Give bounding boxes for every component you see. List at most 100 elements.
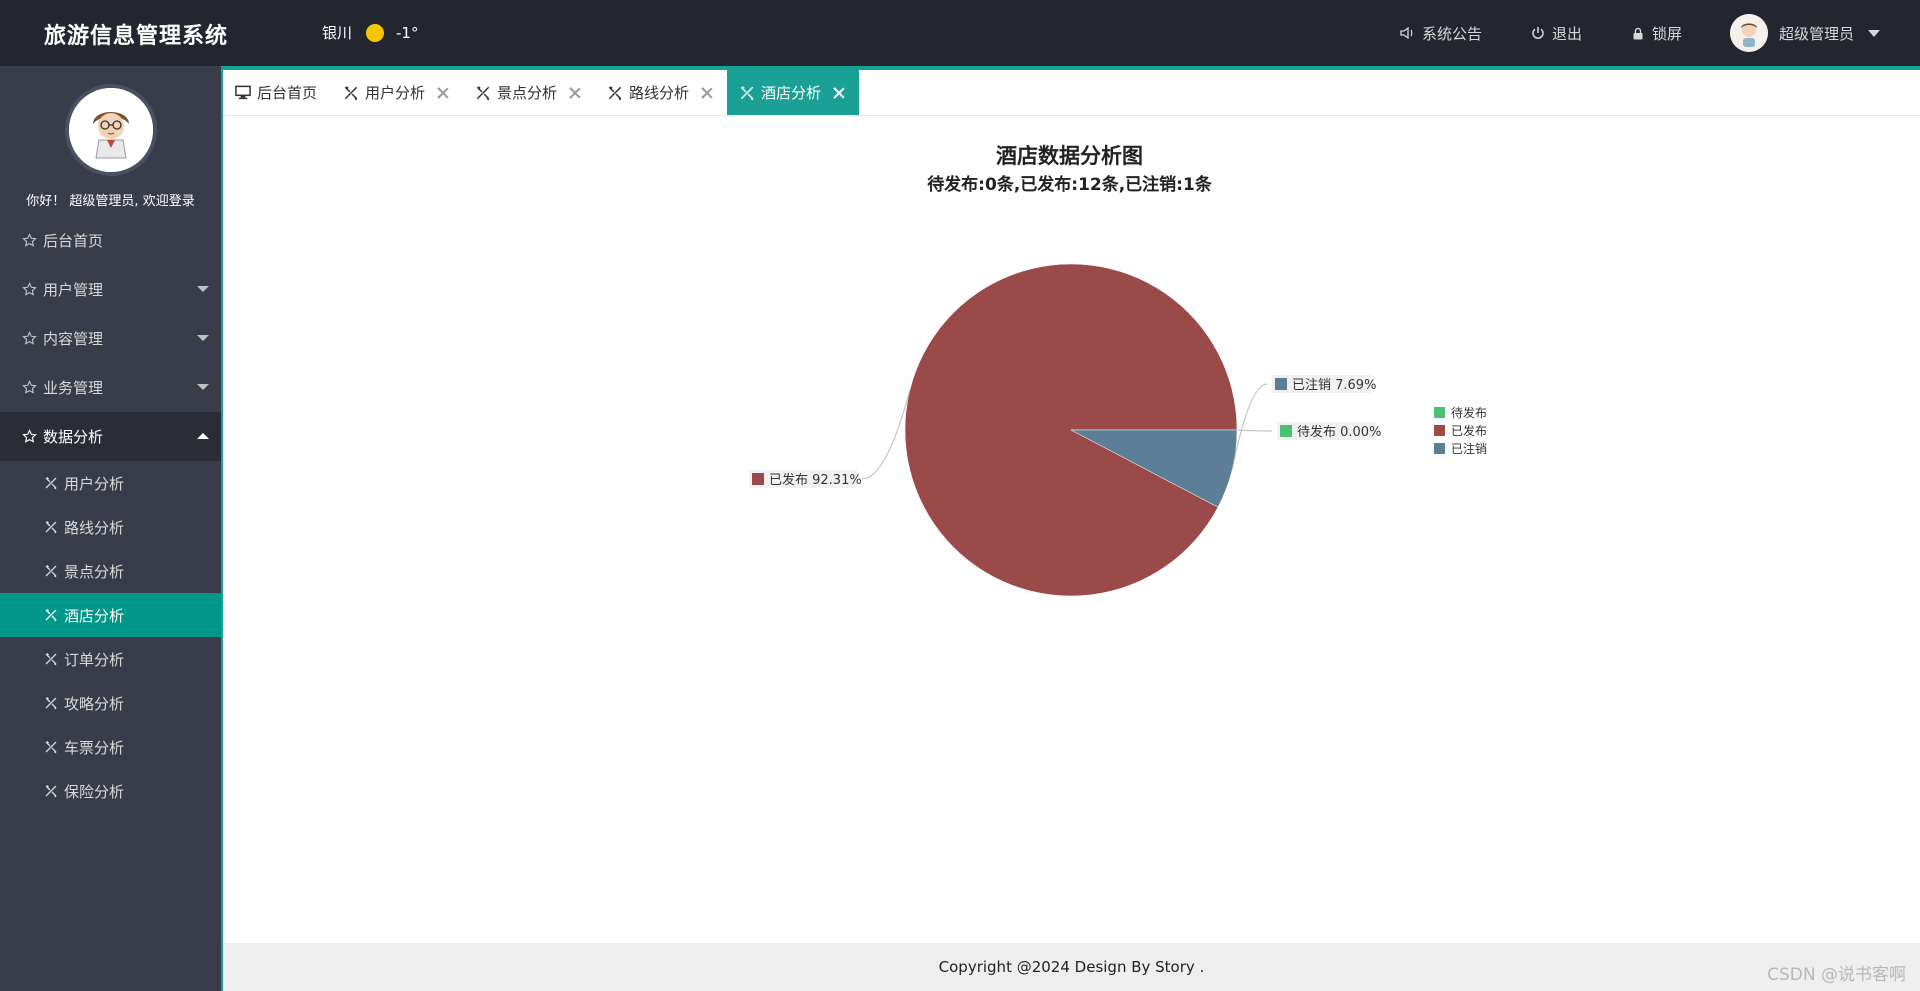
pie-label-swatch-0 bbox=[1280, 425, 1292, 437]
tools-icon bbox=[476, 85, 490, 100]
star-icon bbox=[22, 331, 37, 345]
weather-widget: 银川 -1° bbox=[322, 22, 418, 43]
tab-label: 后台首页 bbox=[257, 84, 318, 102]
chevron-down-icon bbox=[197, 384, 209, 390]
avatar bbox=[1729, 14, 1768, 52]
sidebar-subitem-label: 攻略分析 bbox=[64, 694, 125, 713]
sidebar-subitem-label: 景点分析 bbox=[64, 562, 125, 581]
weather-city: 银川 bbox=[322, 24, 353, 42]
legend-swatch-2[interactable] bbox=[1434, 443, 1445, 454]
sidebar-subitem-guide-analysis[interactable]: 攻略分析 bbox=[0, 681, 221, 725]
username-label: 超级管理员 bbox=[1778, 24, 1854, 43]
tab-hotel-analysis[interactable]: 酒店分析 bbox=[727, 70, 860, 115]
star-icon bbox=[22, 233, 37, 247]
sidebar-divider bbox=[221, 66, 223, 991]
legend-label-1[interactable]: 已发布 bbox=[1451, 423, 1487, 438]
sidebar-subitem-label: 车票分析 bbox=[64, 738, 125, 757]
copyright-text: Copyright @2024 Design By Story . bbox=[938, 958, 1205, 976]
logout-button[interactable]: 退出 bbox=[1530, 23, 1582, 44]
sidebar-subitem-label: 订单分析 bbox=[64, 650, 125, 669]
tools-icon bbox=[45, 785, 57, 798]
tools-icon bbox=[45, 609, 57, 622]
close-icon[interactable] bbox=[437, 87, 449, 99]
pie-label-2: 已注销 7.69% bbox=[1292, 378, 1376, 393]
tools-icon bbox=[45, 697, 57, 710]
sidebar-subitem-label: 保险分析 bbox=[64, 782, 125, 801]
sidebar-profile: 你好！ 超级管理员, 欢迎登录 bbox=[0, 66, 221, 216]
tab-route-analysis[interactable]: 路线分析 bbox=[595, 70, 727, 115]
sidebar-item-label: 业务管理 bbox=[43, 379, 104, 397]
sidebar-item-business-management[interactable]: 业务管理 bbox=[0, 363, 221, 412]
tab-bar: 后台首页 用户分析 景点分析 路线分析 酒店分析 bbox=[223, 70, 1920, 116]
sidebar-subitem-order-analysis[interactable]: 订单分析 bbox=[0, 637, 221, 681]
sidebar: 你好！ 超级管理员, 欢迎登录 后台首页 用户管理 内容管理 业务管理 数据分析… bbox=[0, 66, 221, 991]
close-icon[interactable] bbox=[833, 87, 845, 99]
user-menu[interactable]: 超级管理员 bbox=[1729, 14, 1880, 52]
tools-icon bbox=[45, 521, 57, 534]
tab-user-analysis[interactable]: 用户分析 bbox=[331, 70, 463, 115]
sidebar-subitem-ticket-analysis[interactable]: 车票分析 bbox=[0, 725, 221, 769]
sidebar-item-label: 用户管理 bbox=[43, 281, 104, 299]
sidebar-item-label: 后台首页 bbox=[43, 232, 104, 250]
top-header: 旅游信息管理系统 银川 -1° 系统公告 退出 锁屏 超级管理员 bbox=[0, 0, 1920, 66]
pie-leader-line-1 bbox=[861, 390, 911, 480]
pie-chart: 待发布 0.00% 已发布 92.31% 已注销 7.69% 待发布已发布已注销 bbox=[749, 263, 1487, 597]
announcement-label: 系统公告 bbox=[1421, 24, 1482, 43]
legend-label-0[interactable]: 待发布 bbox=[1451, 405, 1487, 420]
profile-avatar bbox=[64, 84, 157, 176]
close-icon[interactable] bbox=[569, 87, 581, 99]
pie-leader-line-0 bbox=[1236, 429, 1273, 432]
sidebar-subitem-insurance-analysis[interactable]: 保险分析 bbox=[0, 769, 221, 813]
chevron-up-icon bbox=[197, 433, 209, 439]
star-icon bbox=[22, 429, 37, 443]
sidebar-submenu: 用户分析 路线分析 景点分析 酒店分析 订单分析 攻略分析 车票分析 保险分析 bbox=[0, 461, 221, 813]
sidebar-subitem-label: 用户分析 bbox=[64, 474, 125, 493]
sidebar-item-label: 数据分析 bbox=[43, 428, 104, 446]
app-title: 旅游信息管理系统 bbox=[44, 24, 229, 49]
sidebar-item-dashboard[interactable]: 后台首页 bbox=[0, 216, 221, 265]
tools-icon bbox=[344, 85, 358, 100]
footer: Copyright @2024 Design By Story . bbox=[223, 943, 1920, 991]
sun-icon bbox=[366, 23, 385, 42]
lock-screen-button[interactable]: 锁屏 bbox=[1630, 23, 1682, 44]
tab-dashboard[interactable]: 后台首页 bbox=[223, 70, 331, 115]
sidebar-subitem-attraction-analysis[interactable]: 景点分析 bbox=[0, 549, 221, 593]
legend-label-2[interactable]: 已注销 bbox=[1451, 441, 1487, 456]
legend-swatch-0[interactable] bbox=[1434, 407, 1445, 418]
tab-label: 景点分析 bbox=[497, 84, 558, 102]
tools-icon bbox=[740, 85, 754, 100]
chart-title: 酒店数据分析图 bbox=[996, 144, 1143, 168]
chevron-down-icon bbox=[1868, 29, 1880, 37]
star-icon bbox=[22, 282, 37, 296]
pie-label-swatch-1 bbox=[752, 473, 764, 485]
pie-label-swatch-2 bbox=[1275, 378, 1287, 390]
lock-icon bbox=[1630, 25, 1646, 41]
sidebar-item-content-management[interactable]: 内容管理 bbox=[0, 314, 221, 363]
pie-leader-line-2 bbox=[1231, 383, 1268, 470]
pie-label-1: 已发布 92.31% bbox=[769, 472, 862, 488]
sidebar-subitem-hotel-analysis[interactable]: 酒店分析 bbox=[0, 593, 221, 637]
chart-subtitle: 待发布:0条,已发布:12条,已注销:1条 bbox=[927, 175, 1212, 195]
pie-label-0: 待发布 0.00% bbox=[1297, 424, 1381, 440]
sidebar-item-label: 内容管理 bbox=[43, 330, 104, 348]
monitor-icon bbox=[235, 85, 251, 101]
announcement-button[interactable]: 系统公告 bbox=[1400, 23, 1482, 44]
power-icon bbox=[1530, 25, 1546, 41]
star-icon bbox=[22, 380, 37, 394]
sidebar-item-user-management[interactable]: 用户管理 bbox=[0, 265, 221, 314]
speaker-icon bbox=[1400, 25, 1416, 41]
watermark: CSDN @说书客啊 bbox=[1767, 965, 1906, 985]
close-icon[interactable] bbox=[701, 87, 713, 99]
tools-icon bbox=[45, 653, 57, 666]
welcome-text: 你好！ 超级管理员, 欢迎登录 bbox=[26, 194, 195, 209]
sidebar-subitem-route-analysis[interactable]: 路线分析 bbox=[0, 505, 221, 549]
tab-label: 路线分析 bbox=[629, 84, 690, 102]
tab-attraction-analysis[interactable]: 景点分析 bbox=[463, 70, 595, 115]
tools-icon bbox=[45, 565, 57, 578]
sidebar-item-data-analysis[interactable]: 数据分析 bbox=[0, 412, 221, 461]
chart-panel: 待发布 0.00% 已发布 92.31% 已注销 7.69% 待发布已发布已注销 bbox=[632, 128, 1507, 673]
sidebar-subitem-user-analysis[interactable]: 用户分析 bbox=[0, 461, 221, 505]
logout-label: 退出 bbox=[1551, 24, 1582, 43]
tools-icon bbox=[45, 477, 57, 490]
legend-swatch-1[interactable] bbox=[1434, 425, 1445, 436]
